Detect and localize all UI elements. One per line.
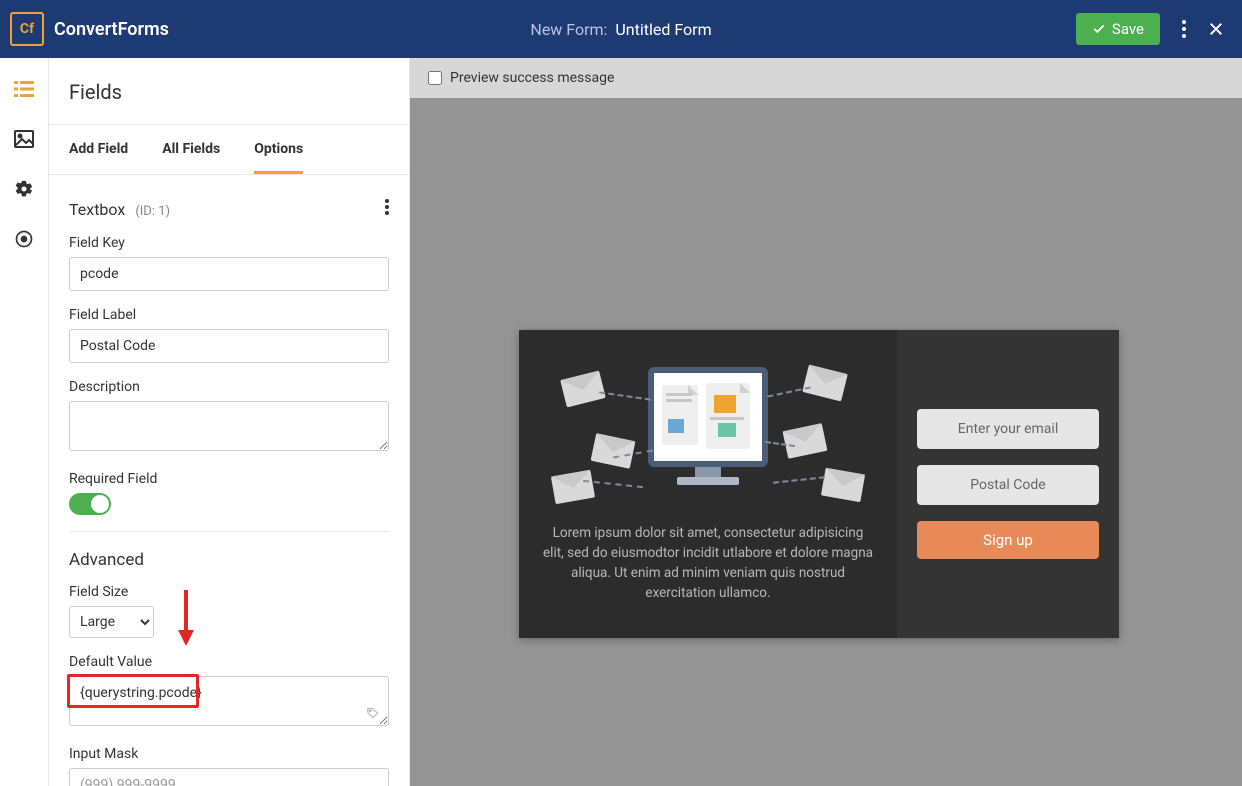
sidebar-tabs: Add Field All Fields Options bbox=[49, 125, 409, 175]
image-icon bbox=[14, 130, 34, 148]
field-size-label: Field Size bbox=[69, 584, 389, 600]
required-label: Required Field bbox=[69, 471, 389, 487]
field-more-button[interactable] bbox=[385, 199, 389, 219]
advanced-section-label: Advanced bbox=[69, 550, 389, 570]
top-bar: Cf ConvertForms New Form: Untitled Form … bbox=[0, 0, 1242, 58]
toggle-knob bbox=[91, 495, 109, 513]
field-key-input[interactable] bbox=[69, 257, 389, 291]
check-icon bbox=[1092, 22, 1106, 36]
smart-tags-button[interactable] bbox=[365, 705, 381, 724]
description-label: Description bbox=[69, 379, 389, 395]
close-icon bbox=[1208, 21, 1224, 37]
page-title: New Form: Untitled Form bbox=[530, 20, 711, 39]
nav-fields[interactable] bbox=[13, 78, 35, 100]
nav-iconbar bbox=[0, 58, 49, 786]
form-preview-left: Lorem ipsum dolor sit amet, consectetur … bbox=[519, 330, 897, 638]
nav-submissions[interactable] bbox=[13, 228, 35, 250]
preview-postal-input[interactable] bbox=[917, 465, 1099, 505]
field-label-input[interactable] bbox=[69, 329, 389, 363]
close-button[interactable] bbox=[1208, 21, 1224, 37]
logo-text: Cf bbox=[20, 21, 34, 37]
list-icon bbox=[14, 81, 34, 97]
field-label-label: Field Label bbox=[69, 307, 389, 323]
field-id-label: (ID: 1) bbox=[135, 204, 170, 219]
input-mask-label: Input Mask bbox=[69, 746, 389, 762]
form-preview: Lorem ipsum dolor sit amet, consectetur … bbox=[519, 330, 1119, 638]
canvas-body[interactable]: Lorem ipsum dolor sit amet, consectetur … bbox=[410, 98, 1242, 786]
required-toggle[interactable] bbox=[69, 493, 111, 515]
field-key-label: Field Key bbox=[69, 235, 389, 251]
default-value-label: Default Value bbox=[69, 654, 389, 670]
sidebar-title: Fields bbox=[49, 58, 409, 125]
preview-signup-button[interactable]: Sign up bbox=[917, 521, 1099, 559]
new-form-label: New Form: bbox=[530, 20, 607, 39]
field-size-select[interactable]: Large bbox=[69, 606, 154, 638]
lorem-text: Lorem ipsum dolor sit amet, consectetur … bbox=[543, 523, 873, 603]
more-button[interactable] bbox=[1182, 20, 1186, 38]
preview-success-checkbox[interactable] bbox=[428, 71, 442, 85]
save-button[interactable]: Save bbox=[1076, 13, 1160, 45]
sidebar: Fields Add Field All Fields Options Text… bbox=[49, 58, 410, 786]
form-name[interactable]: Untitled Form bbox=[615, 20, 711, 39]
preview-bar: Preview success message bbox=[410, 58, 1242, 98]
gear-icon bbox=[14, 179, 34, 199]
save-label: Save bbox=[1112, 20, 1144, 38]
preview-email-input[interactable] bbox=[917, 409, 1099, 449]
tab-add-field[interactable]: Add Field bbox=[69, 125, 128, 174]
divider bbox=[69, 531, 389, 532]
tag-icon bbox=[365, 706, 381, 720]
nav-settings[interactable] bbox=[13, 178, 35, 200]
target-icon bbox=[14, 229, 34, 249]
kebab-icon bbox=[1182, 20, 1186, 38]
description-input[interactable] bbox=[69, 401, 389, 451]
nav-design[interactable] bbox=[13, 128, 35, 150]
monitor-icon bbox=[648, 367, 768, 467]
input-mask-input[interactable] bbox=[69, 768, 389, 786]
preview-success-label: Preview success message bbox=[450, 70, 614, 86]
tab-all-fields[interactable]: All Fields bbox=[162, 125, 220, 174]
tab-options[interactable]: Options bbox=[254, 125, 303, 174]
illustration bbox=[553, 365, 863, 505]
field-type-label: Textbox bbox=[69, 200, 125, 219]
kebab-icon bbox=[385, 199, 389, 215]
form-preview-right: Sign up bbox=[897, 330, 1119, 638]
brand-name: ConvertForms bbox=[54, 19, 169, 40]
canvas: Preview success message bbox=[410, 58, 1242, 786]
default-value-input[interactable]: {querystring.pcode} bbox=[69, 676, 389, 726]
app-logo: Cf bbox=[10, 12, 44, 46]
